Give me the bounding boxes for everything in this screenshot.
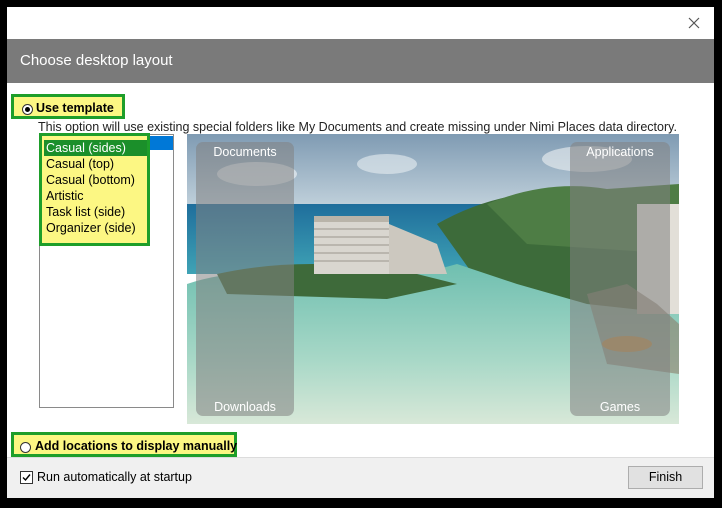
panel-label-games: Games: [599, 400, 641, 414]
panel-label-applications: Applications: [586, 145, 654, 159]
layout-list-highlight: Casual (sides) Casual (top) Casual (bott…: [39, 133, 150, 246]
use-template-option[interactable]: Use template: [11, 94, 125, 119]
layout-item-casual-top[interactable]: Casual (top): [46, 156, 114, 172]
layout-item-task-list-side[interactable]: Task list (side): [46, 204, 125, 220]
dialog-content: Use template This option will use existi…: [7, 83, 714, 457]
manual-radio[interactable]: [20, 442, 31, 453]
dialog-header: Choose desktop layout: [7, 39, 714, 83]
panel-label-downloads: Downloads: [214, 400, 276, 414]
layout-item-casual-sides[interactable]: Casual (sides): [44, 140, 147, 156]
template-description: This option will use existing special fo…: [38, 120, 677, 134]
manual-label: Add locations to display manually: [35, 439, 238, 453]
layout-item-casual-bottom[interactable]: Casual (bottom): [46, 172, 135, 188]
dialog-footer: Run automatically at startup Finish: [7, 457, 714, 498]
use-template-radio[interactable]: [22, 104, 33, 115]
layout-preview: Documents Downloads Applications Games: [187, 134, 679, 424]
dialog-title: Choose desktop layout: [20, 52, 173, 69]
startup-label: Run automatically at startup: [37, 470, 192, 484]
use-template-label: Use template: [36, 101, 114, 115]
close-button[interactable]: [684, 13, 704, 33]
preview-panel-left: Documents Downloads: [196, 142, 294, 416]
dialog-window: Choose desktop layout Use template This …: [7, 7, 714, 498]
layout-item-artistic[interactable]: Artistic: [46, 188, 84, 204]
startup-checkbox[interactable]: [20, 471, 33, 484]
close-icon: [688, 17, 700, 29]
panel-label-documents: Documents: [213, 145, 277, 159]
manual-option[interactable]: Add locations to display manually: [11, 432, 237, 457]
finish-button[interactable]: Finish: [628, 466, 703, 489]
layout-item-organizer-side[interactable]: Organizer (side): [46, 220, 136, 236]
checkmark-icon: [22, 474, 31, 482]
preview-panel-right: Applications Games: [570, 142, 670, 416]
